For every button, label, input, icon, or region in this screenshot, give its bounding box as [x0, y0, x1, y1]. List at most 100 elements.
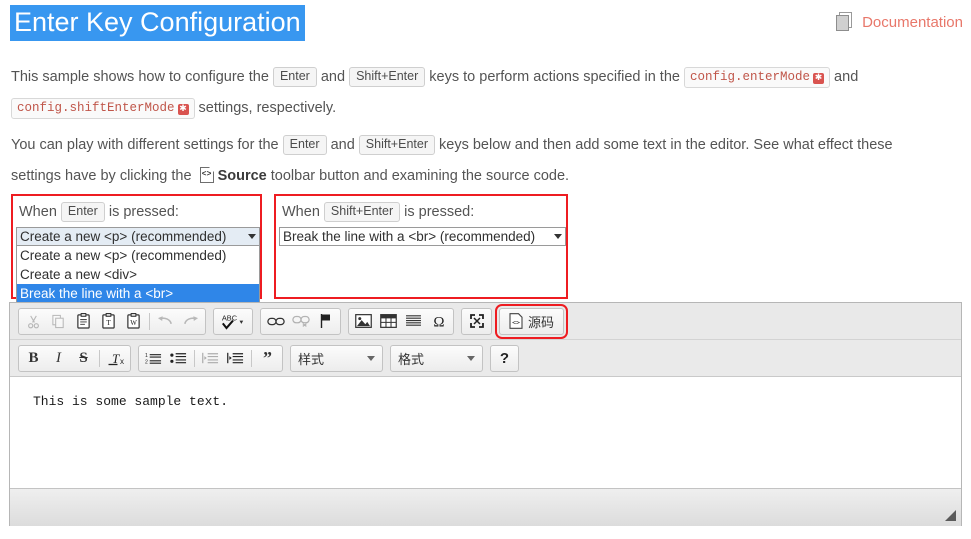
toolbar-separator	[149, 312, 150, 330]
kbd-shift-enter: Shift+Enter	[349, 67, 426, 87]
table-icon[interactable]	[376, 310, 401, 333]
strikethrough-icon[interactable]: S	[71, 347, 96, 370]
toolbar-group-spellcheck: ABC	[213, 307, 253, 335]
enter-mode-select[interactable]: Create a new <p> (recommended)	[16, 227, 260, 246]
svg-text:W: W	[130, 319, 137, 327]
toolbar-group-insert: Ω	[348, 307, 454, 335]
indent-icon[interactable]	[223, 347, 248, 370]
unlink-icon[interactable]	[288, 310, 313, 333]
svg-text:<>: <>	[512, 319, 520, 327]
p1-text-2: and	[316, 69, 350, 85]
redo-icon[interactable]	[178, 310, 203, 333]
page-title: Enter Key Configuration	[10, 5, 305, 41]
intro-paragraph-2: You can play with different settings for…	[11, 130, 946, 192]
shift-label-suffix: is pressed:	[400, 204, 475, 220]
svg-text:2: 2	[145, 360, 148, 365]
toolbar-group-links	[260, 307, 341, 335]
copy-icon[interactable]	[46, 310, 71, 333]
special-char-icon[interactable]: Ω	[426, 310, 451, 333]
bold-icon[interactable]: B	[21, 347, 46, 370]
undo-icon[interactable]	[153, 310, 178, 333]
p2-text-1: You can play with different settings for…	[11, 137, 283, 153]
shift-enter-setting-label: When Shift+Enter is pressed:	[282, 202, 474, 222]
kbd-enter: Enter	[282, 135, 327, 155]
kbd-shift-enter: Shift+Enter	[358, 135, 435, 155]
toolbar-group-basic-styles: B I S Tx	[18, 344, 131, 372]
horizontal-rule-icon[interactable]	[401, 310, 426, 333]
source-code-icon	[199, 167, 214, 183]
svg-text:x: x	[120, 357, 124, 366]
toolbar-separator	[99, 349, 100, 367]
enter-label-prefix: When	[19, 204, 61, 220]
code-config-shiftentermode-text: config.shiftEnterMode	[17, 101, 175, 115]
kbd-enter: Enter	[60, 202, 105, 222]
bulleted-list-icon[interactable]	[166, 347, 191, 370]
numbered-list-icon[interactable]: 12	[141, 347, 166, 370]
ckeditor-container: T W ABC Ω <> 源码 B I S T x 1 2 ” 样式 格式 ? …	[9, 302, 962, 526]
enter-mode-option[interactable]: Create a new <div>	[17, 265, 259, 284]
anchor-icon[interactable]	[313, 310, 338, 333]
editor-content-area[interactable]: This is some sample text.	[10, 377, 961, 488]
paste-icon[interactable]	[71, 310, 96, 333]
outdent-icon[interactable]	[198, 347, 223, 370]
editor-toolbar-row-1: T W ABC Ω <> 源码	[10, 303, 961, 340]
cut-icon[interactable]	[21, 310, 46, 333]
toolbar-group-clipboard: T W	[18, 307, 206, 335]
enter-mode-option[interactable]: Create a new <p> (recommended)	[17, 246, 259, 265]
documentation-link[interactable]: Documentation	[836, 12, 963, 32]
p1-text-4: and	[830, 69, 859, 85]
intro-paragraph-1: This sample shows how to configure the E…	[11, 62, 946, 124]
editor-status-bar	[10, 488, 961, 526]
paste-from-word-icon[interactable]: W	[121, 310, 146, 333]
code-config-entermode[interactable]: config.enterMode ✱	[684, 67, 831, 88]
image-icon[interactable]	[351, 310, 376, 333]
document-pages-icon	[836, 12, 853, 32]
enter-mode-selected-value: Create a new <p> (recommended)	[20, 229, 227, 244]
resize-grip-icon[interactable]	[945, 510, 956, 521]
shift-label-prefix: When	[282, 204, 324, 220]
blockquote-icon[interactable]: ”	[255, 347, 280, 370]
chevron-down-icon	[554, 234, 562, 239]
spellcheck-icon[interactable]: ABC	[216, 310, 250, 333]
editor-sample-text: This is some sample text.	[33, 394, 229, 409]
svg-text:1: 1	[145, 353, 148, 359]
paste-as-text-icon[interactable]: T	[96, 310, 121, 333]
source-label: Source	[217, 168, 267, 184]
external-link-icon: ✱	[813, 73, 825, 84]
maximize-icon[interactable]	[464, 310, 489, 333]
p2-text-2: and	[326, 137, 359, 153]
code-config-entermode-text: config.enterMode	[690, 70, 811, 84]
svg-text:ABC: ABC	[222, 313, 238, 322]
link-icon[interactable]	[263, 310, 288, 333]
chevron-down-icon	[467, 355, 475, 361]
enter-mode-option-selected[interactable]: Break the line with a <br>	[17, 284, 259, 303]
italic-icon[interactable]: I	[46, 347, 71, 370]
enter-mode-select-wrap: Create a new <p> (recommended) Create a …	[16, 227, 260, 304]
editor-toolbar-row-2: B I S Tx 12 ” 样式 格式 ?	[10, 340, 961, 377]
code-config-shiftentermode[interactable]: config.shiftEnterMode ✱	[11, 98, 195, 119]
external-link-icon: ✱	[177, 104, 189, 115]
toolbar-group-paragraph: 12 ”	[138, 344, 283, 372]
toolbar-group-maximize	[461, 307, 492, 335]
enter-setting-box: When Enter is pressed: Create a new <p> …	[11, 194, 262, 304]
format-combo[interactable]: 格式	[390, 344, 483, 372]
p1-text-3: keys to perform actions specified in the	[425, 69, 684, 85]
shift-enter-mode-select-wrap: Break the line with a <br> (recommended)	[279, 227, 566, 246]
p1-text-1: This sample shows how to configure the	[11, 69, 273, 85]
source-button[interactable]: <> 源码	[494, 303, 569, 339]
enter-mode-option-list[interactable]: Create a new <p> (recommended) Create a …	[16, 246, 260, 304]
page-root: Enter Key Configuration Documentation Th…	[0, 0, 971, 539]
shift-enter-mode-selected-value: Break the line with a <br> (recommended)	[283, 229, 536, 244]
format-combo-label: 格式	[398, 351, 425, 367]
enter-setting-label: When Enter is pressed:	[19, 202, 179, 222]
p1-text-5: settings, respectively.	[194, 100, 337, 116]
shift-enter-setting-box: When Shift+Enter is pressed: Break the l…	[274, 194, 568, 299]
shift-enter-mode-select[interactable]: Break the line with a <br> (recommended)	[279, 227, 566, 246]
about-button[interactable]: ?	[490, 344, 519, 372]
styles-combo[interactable]: 样式	[290, 344, 383, 372]
styles-combo-label: 样式	[298, 351, 325, 367]
chevron-down-icon	[248, 234, 256, 239]
chevron-down-icon	[367, 355, 375, 361]
remove-format-icon[interactable]: Tx	[103, 347, 128, 370]
p2-text-4: toolbar button and examining the source …	[266, 168, 570, 184]
